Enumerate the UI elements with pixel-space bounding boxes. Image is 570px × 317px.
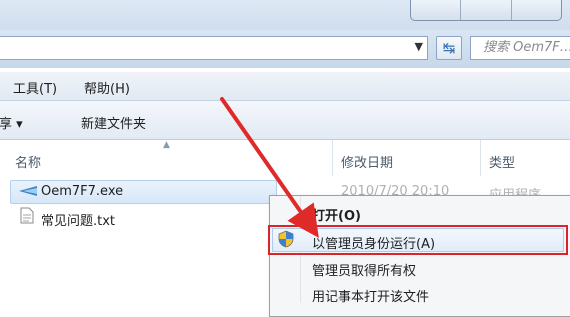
annotation-arrow bbox=[220, 97, 319, 238]
